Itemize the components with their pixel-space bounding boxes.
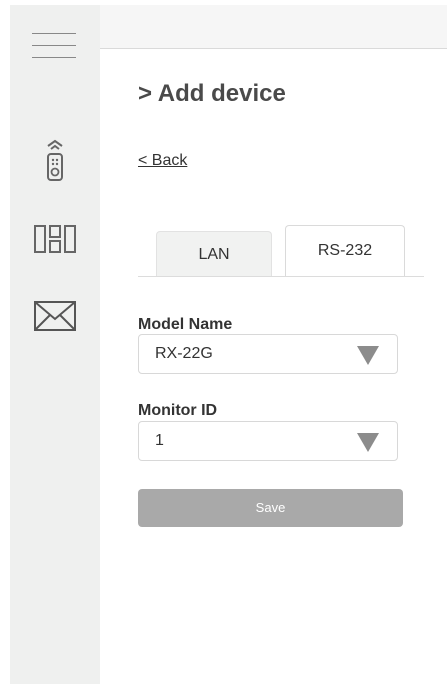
dropdown-triangle-icon bbox=[357, 346, 379, 365]
top-bar bbox=[100, 5, 447, 49]
monitor-id-select[interactable]: 1 bbox=[138, 421, 398, 461]
menu-icon[interactable] bbox=[32, 33, 76, 69]
sidebar bbox=[10, 5, 100, 684]
dropdown-triangle-icon bbox=[357, 433, 379, 452]
tab-rs232[interactable]: RS-232 bbox=[285, 225, 405, 277]
monitor-id-label: Monitor ID bbox=[138, 402, 218, 419]
model-name-label: Model Name bbox=[138, 316, 233, 333]
page-title: > Add device bbox=[138, 80, 286, 107]
mail-icon[interactable] bbox=[10, 301, 100, 331]
monitor-id-value: 1 bbox=[155, 432, 164, 449]
model-name-value: RX-22G bbox=[155, 345, 213, 362]
model-name-select[interactable]: RX-22G bbox=[138, 334, 398, 374]
back-link[interactable]: < Back bbox=[138, 152, 187, 170]
save-button[interactable]: Save bbox=[138, 489, 403, 527]
tab-lan[interactable]: LAN bbox=[156, 231, 272, 277]
tab-divider bbox=[138, 276, 424, 277]
remote-control-icon[interactable] bbox=[10, 138, 100, 182]
grid-layout-icon[interactable] bbox=[10, 225, 100, 253]
